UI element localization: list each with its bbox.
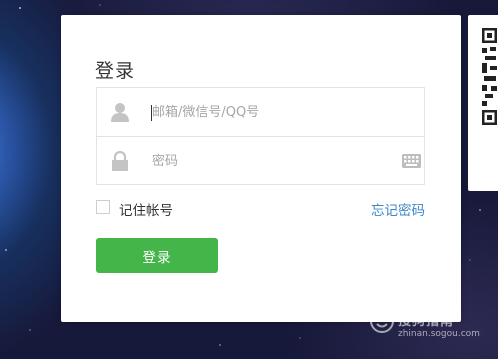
login-fields xyxy=(96,87,425,185)
watermark-url: zhinan.sogou.com xyxy=(398,329,480,339)
password-field[interactable] xyxy=(97,137,424,185)
forgot-password-link[interactable]: 忘记密码 xyxy=(371,199,425,219)
qr-code-panel xyxy=(468,15,498,191)
login-button[interactable]: 登录 xyxy=(96,238,218,273)
watermark-title: 搜狗指南 xyxy=(398,314,455,329)
qr-code-icon[interactable] xyxy=(482,28,498,134)
sogou-logo-icon xyxy=(370,309,394,333)
keyboard-icon[interactable] xyxy=(402,154,421,168)
user-icon xyxy=(111,103,129,122)
password-input[interactable] xyxy=(152,150,372,172)
lock-icon xyxy=(112,151,128,171)
login-panel: 登录 邮箱/微信号/QQ号 记住帐号 忘记密码 登录 xyxy=(61,15,461,322)
account-input[interactable] xyxy=(152,101,372,123)
remember-label: 记住帐号 xyxy=(119,203,173,219)
sogou-watermark: 搜狗指南 zhinan.sogou.com xyxy=(368,306,494,354)
account-field[interactable] xyxy=(97,88,424,137)
remember-checkbox[interactable] xyxy=(96,200,110,214)
login-title: 登录 xyxy=(95,60,136,82)
